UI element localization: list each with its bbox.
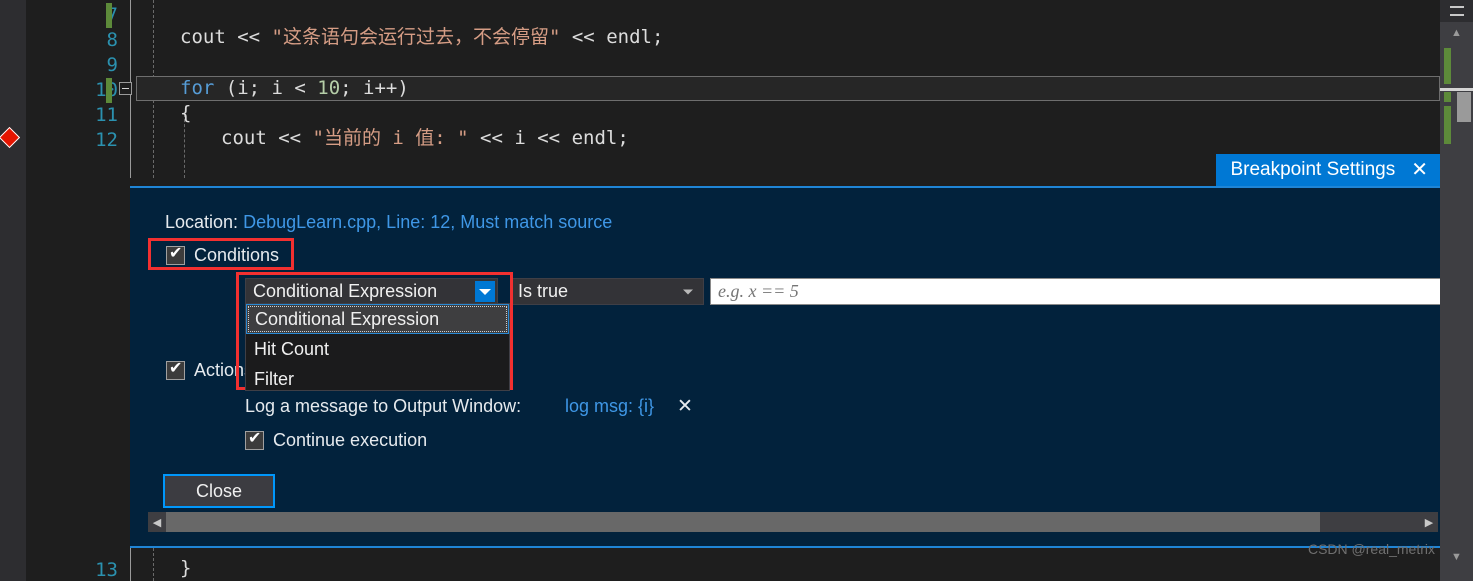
actions-checkbox-row[interactable]: Actions — [166, 359, 253, 381]
continue-execution-checkbox[interactable] — [245, 429, 264, 450]
location-link[interactable]: DebugLearn.cpp, Line: 12, Must match sou… — [243, 212, 612, 232]
scrollbar-thumb[interactable] — [166, 512, 1320, 532]
condition-type-dropdown-list[interactable]: Conditional Expression Hit Count Filter — [245, 303, 510, 391]
code-token-endl-8: endl; — [606, 26, 664, 48]
code-token-forrest: (i; i < — [214, 77, 318, 99]
scrollbar-options-button[interactable] — [1440, 0, 1473, 22]
continue-execution-checkbox-row[interactable]: Continue execution — [245, 429, 428, 451]
condition-type-combobox[interactable]: Conditional Expression — [245, 278, 498, 305]
change-bar-line-10 — [106, 78, 112, 103]
code-line-10: for (i; i < 10; i++) — [180, 76, 1473, 101]
code-token-for: for — [180, 77, 215, 99]
dropdown-option-conditional-expression[interactable]: Conditional Expression — [246, 304, 509, 334]
editor-breakpoint-margin[interactable] — [0, 0, 26, 581]
line-number-11: 11 — [95, 104, 118, 126]
scroll-down-arrow-icon[interactable]: ▼ — [1440, 548, 1473, 566]
collapse-minus-icon[interactable] — [119, 82, 132, 95]
line-number-8: 8 — [106, 29, 118, 51]
code-token-op-8a: << — [225, 26, 272, 48]
code-token-op-12b: << i << — [468, 127, 572, 149]
code-token-endl-12: endl; — [571, 127, 629, 149]
chevron-down-icon[interactable] — [475, 281, 495, 302]
dropdown-option-hit-count[interactable]: Hit Count — [246, 334, 509, 364]
gutter-separator-line-lower — [130, 548, 131, 581]
conditional-breakpoint-icon[interactable] — [0, 126, 22, 150]
code-token-open-brace: { — [180, 102, 192, 124]
condition-comparison-combobox[interactable]: Is true — [510, 278, 704, 305]
code-token-op-12a: << — [266, 127, 313, 149]
code-line-8: cout << "这条语句会运行过去，不会停留" << endl; — [180, 25, 1473, 50]
conditions-label: Conditions — [194, 245, 280, 265]
code-token-string-12: "当前的 i 值: " — [312, 127, 469, 149]
conditions-checkbox[interactable] — [166, 244, 185, 265]
code-token-fortail: ; i++) — [340, 77, 409, 99]
vs-editor-breakpoint-settings-screen: 7 8 9 10 11 12 13 cout << "这条语句会运行过去，不会停… — [0, 0, 1473, 581]
close-icon[interactable]: ✕ — [1409, 160, 1430, 180]
line-number-12: 12 — [95, 129, 118, 151]
code-token-number-10: 10 — [317, 77, 341, 99]
chevron-down-icon-plain[interactable] — [683, 289, 693, 294]
code-token-close-brace: } — [180, 557, 192, 579]
scroll-left-arrow-icon[interactable]: ◀ — [148, 512, 166, 532]
condition-type-value: Conditional Expression — [253, 281, 438, 301]
log-message-value[interactable]: log msg: {i} — [565, 396, 654, 417]
scroll-right-arrow-icon[interactable]: ▶ — [1420, 512, 1438, 532]
location-label: Location: — [165, 212, 239, 232]
dropdown-option-filter[interactable]: Filter — [246, 364, 509, 394]
change-marker-3 — [1444, 106, 1451, 144]
line-number-13: 13 — [95, 559, 118, 581]
code-line-11: { — [180, 101, 1473, 126]
scrollbar-track[interactable] — [166, 512, 1420, 532]
condition-expression-input[interactable] — [710, 278, 1468, 305]
code-line-12: cout << "当前的 i 值: " << i << endl; — [221, 126, 1473, 151]
conditions-checkbox-row[interactable]: Conditions — [166, 244, 280, 266]
close-button-label: Close — [195, 480, 243, 501]
change-bar-line-7 — [106, 3, 112, 28]
close-button[interactable]: Close — [163, 474, 275, 508]
breakpoint-settings-title: Breakpoint Settings — [1230, 159, 1396, 180]
line-number-9: 9 — [106, 54, 118, 76]
log-message-remove-icon[interactable]: ✕ — [677, 395, 693, 418]
code-token-string-8: "这条语句会运行过去，不会停留" — [271, 26, 561, 48]
breakpoint-location-row: Location: DebugLearn.cpp, Line: 12, Must… — [165, 212, 612, 233]
breakpoint-diamond-shape — [0, 126, 21, 149]
code-token-op-8b: << — [560, 26, 607, 48]
condition-comparison-value: Is true — [518, 281, 569, 301]
indent-guide-1b — [153, 548, 154, 581]
breakpoint-settings-tab[interactable]: Breakpoint Settings ✕ — [1216, 154, 1440, 186]
watermark-text: CSDN @real_metrix — [1307, 541, 1435, 557]
continue-execution-label: Continue execution — [273, 430, 428, 450]
code-line-13: } — [180, 556, 1473, 581]
menu-icon — [1449, 6, 1464, 16]
code-token-cout-8: cout — [180, 26, 226, 48]
chevron-down-triangle — [479, 288, 491, 295]
panel-horizontal-scrollbar[interactable]: ◀ ▶ — [148, 512, 1438, 532]
code-token-cout-12: cout — [221, 127, 267, 149]
actions-checkbox[interactable] — [166, 359, 185, 380]
log-message-label: Log a message to Output Window: — [245, 396, 522, 416]
line-number-10: 10 — [26, 78, 118, 103]
scroll-up-arrow-icon[interactable]: ▲ — [1440, 24, 1473, 42]
line-number-7: 7 — [106, 4, 118, 26]
